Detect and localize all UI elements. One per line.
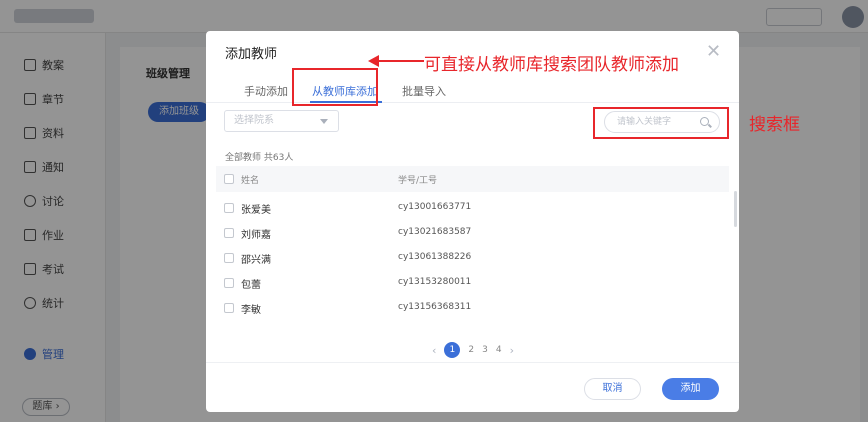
row-checkbox[interactable]: [224, 303, 234, 313]
column-header-name: 姓名: [241, 176, 260, 186]
row-checkbox[interactable]: [224, 253, 234, 263]
select-placeholder: 选择院系: [234, 115, 274, 126]
page-1[interactable]: 1: [444, 342, 461, 358]
teacher-name: 刘师嘉: [241, 230, 271, 241]
teacher-name: 张爱美: [241, 205, 271, 216]
page-3[interactable]: 3: [482, 345, 488, 355]
table-row[interactable]: 张爱美 cy13001663771: [216, 195, 729, 220]
row-checkbox[interactable]: [224, 228, 234, 238]
divider: [206, 362, 739, 363]
annotation-search-note: 搜索框: [749, 115, 800, 135]
table-row[interactable]: 刘师嘉 cy13021683587: [216, 220, 729, 245]
row-checkbox[interactable]: [224, 203, 234, 213]
row-checkbox[interactable]: [224, 278, 234, 288]
select-all-checkbox[interactable]: [224, 174, 234, 184]
teacher-id: cy13153280011: [398, 277, 472, 287]
tab-batch-import[interactable]: 批量导入: [402, 83, 446, 99]
dialog-title: 添加教师: [225, 47, 278, 62]
prev-page-icon[interactable]: ‹: [432, 344, 436, 357]
page-2[interactable]: 2: [468, 345, 474, 355]
table-row[interactable]: 李敏 cy13156368311: [216, 295, 729, 320]
tab-manual-add[interactable]: 手动添加: [244, 83, 288, 99]
pagination: ‹ 1 2 3 4 ›: [432, 342, 514, 358]
annotation-box-tab: [292, 68, 378, 106]
teacher-id: cy13156368311: [398, 302, 472, 312]
table-header: 姓名 学号/工号: [216, 166, 729, 192]
teacher-name: 包蕾: [241, 280, 261, 291]
teacher-count: 全部教师 共63人: [225, 153, 294, 163]
next-page-icon[interactable]: ›: [510, 344, 514, 357]
list-scrollbar[interactable]: [734, 191, 737, 227]
tab-bar: 手动添加 从教师库添加 批量导入: [206, 75, 739, 103]
department-select[interactable]: 选择院系: [224, 110, 339, 132]
teacher-name: 邵兴满: [241, 255, 271, 266]
teacher-id: cy13021683587: [398, 227, 472, 237]
annotation-arrow-line: [378, 60, 424, 62]
page-4[interactable]: 4: [496, 345, 502, 355]
table-row[interactable]: 邵兴满 cy13061388226: [216, 245, 729, 270]
cancel-button[interactable]: 取消: [584, 378, 641, 400]
annotation-box-search: [593, 107, 729, 139]
chevron-down-icon: [320, 119, 328, 124]
column-header-id: 学号/工号: [398, 176, 438, 186]
add-teacher-dialog: 添加教师 ✕ 手动添加 从教师库添加 批量导入 选择院系 请输入关键字 全部教师…: [206, 31, 739, 412]
teacher-id: cy13061388226: [398, 252, 472, 262]
close-icon[interactable]: ✕: [706, 41, 721, 62]
add-button[interactable]: 添加: [662, 378, 719, 400]
teacher-id: cy13001663771: [398, 202, 472, 212]
teacher-name: 李敏: [241, 305, 261, 316]
annotation-tab-note: 可直接从教师库搜索团队教师添加: [424, 55, 679, 75]
table-row[interactable]: 包蕾 cy13153280011: [216, 270, 729, 295]
